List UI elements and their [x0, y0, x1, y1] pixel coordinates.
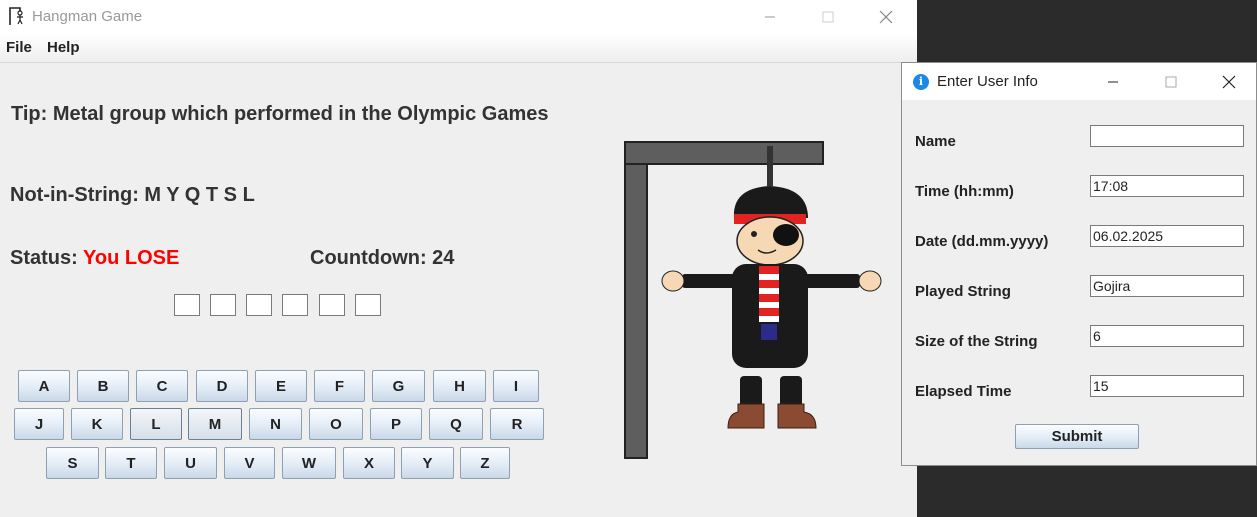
gallows-rope [767, 146, 773, 186]
hangman-icon [9, 7, 23, 25]
key-c[interactable]: C [136, 370, 188, 402]
menu-file[interactable]: File [6, 39, 32, 56]
shirt-stripe [759, 302, 779, 308]
key-y[interactable]: Y [401, 447, 454, 479]
countdown-label: Countdown: 24 [310, 247, 455, 269]
status-value: You LOSE [83, 247, 180, 269]
key-b[interactable]: B [77, 370, 129, 402]
left-boot [727, 403, 765, 429]
not-in-string-label: Not-in-String: M Y Q T S L [10, 184, 255, 206]
elapsed-time-field[interactable] [1090, 375, 1244, 397]
key-e[interactable]: E [255, 370, 307, 402]
close-button[interactable] [863, 0, 909, 33]
letter-blank [355, 294, 381, 316]
status-caption: Status: [10, 247, 78, 269]
user-info-dialog: i Enter User Info Name Time (hh:mm) Date… [901, 62, 1257, 466]
name-field[interactable] [1090, 125, 1244, 147]
key-t[interactable]: T [105, 447, 157, 479]
left-leg [740, 376, 762, 408]
key-r[interactable]: R [490, 408, 544, 440]
dialog-minimize-button[interactable] [1090, 63, 1136, 100]
key-a[interactable]: A [18, 370, 70, 402]
shirt-stripe [759, 280, 779, 288]
key-i[interactable]: I [493, 370, 539, 402]
key-v[interactable]: V [224, 447, 275, 479]
shirt-stripe [759, 266, 779, 274]
shirt-stripe [759, 316, 779, 322]
letter-blank [210, 294, 236, 316]
name-label: Name [915, 133, 956, 150]
window-title: Hangman Game [32, 8, 143, 25]
date-label: Date (dd.mm.yyyy) [915, 233, 1049, 250]
menu-bar: File Help [0, 33, 917, 63]
time-label: Time (hh:mm) [915, 183, 1014, 200]
maximize-icon [1165, 76, 1177, 87]
pirate-eye [751, 231, 757, 237]
key-m[interactable]: M [188, 408, 242, 440]
key-d[interactable]: D [196, 370, 248, 402]
pirate-hat [733, 186, 808, 218]
key-q[interactable]: Q [429, 408, 483, 440]
right-leg [780, 376, 802, 408]
main-window: Hangman Game File Help Tip: Metal group … [0, 0, 917, 517]
key-w[interactable]: W [282, 447, 336, 479]
minimize-icon [1108, 81, 1118, 82]
gallows-post [624, 141, 648, 459]
key-u[interactable]: U [164, 447, 217, 479]
maximize-button[interactable] [805, 0, 851, 33]
info-icon: i [913, 74, 929, 90]
letter-blank [282, 294, 308, 316]
key-n[interactable]: N [249, 408, 302, 440]
key-s[interactable]: S [46, 447, 99, 479]
minimize-button[interactable] [747, 0, 793, 33]
letter-blank [319, 294, 345, 316]
hangman-figure [624, 141, 882, 459]
eye-patch [773, 224, 799, 246]
left-hand [661, 270, 685, 292]
shirt-stripe [759, 274, 779, 280]
tip-label: Tip: Metal group which performed in the … [11, 103, 549, 125]
menu-help[interactable]: Help [47, 39, 80, 56]
played-string-field[interactable] [1090, 275, 1244, 297]
played-string-label: Played String [915, 283, 1011, 300]
shirt-stripe [759, 288, 779, 294]
key-p[interactable]: P [370, 408, 422, 440]
minimize-icon [765, 16, 775, 17]
key-l[interactable]: L [130, 408, 182, 440]
shirt-stripe [759, 294, 779, 302]
dialog-title-bar[interactable]: i Enter User Info [902, 63, 1256, 100]
elapsed-time-label: Elapsed Time [915, 383, 1012, 400]
key-h[interactable]: H [433, 370, 486, 402]
date-field[interactable] [1090, 225, 1244, 247]
status-label: Status: You LOSE [10, 247, 179, 270]
title-bar[interactable]: Hangman Game [0, 0, 917, 33]
time-field[interactable] [1090, 175, 1244, 197]
key-o[interactable]: O [309, 408, 363, 440]
key-k[interactable]: K [71, 408, 123, 440]
key-x[interactable]: X [343, 447, 395, 479]
close-icon [879, 10, 893, 23]
string-size-field[interactable] [1090, 325, 1244, 347]
gallows-beam [624, 141, 824, 165]
shirt-stripe [759, 308, 779, 316]
letter-blank [246, 294, 272, 316]
dialog-close-button[interactable] [1206, 63, 1252, 100]
dialog-title: Enter User Info [937, 73, 1038, 90]
key-f[interactable]: F [314, 370, 365, 402]
right-boot [777, 403, 817, 429]
letter-blank [174, 294, 200, 316]
string-size-label: Size of the String [915, 333, 1038, 350]
right-arm [800, 274, 860, 288]
close-icon [1222, 75, 1236, 88]
key-z[interactable]: Z [460, 447, 510, 479]
submit-button[interactable]: Submit [1015, 424, 1139, 449]
key-g[interactable]: G [372, 370, 425, 402]
key-j[interactable]: J [14, 408, 64, 440]
belt-buckle [761, 324, 777, 340]
dialog-maximize-button[interactable] [1148, 63, 1194, 100]
maximize-icon [822, 11, 834, 22]
right-hand [858, 270, 882, 292]
